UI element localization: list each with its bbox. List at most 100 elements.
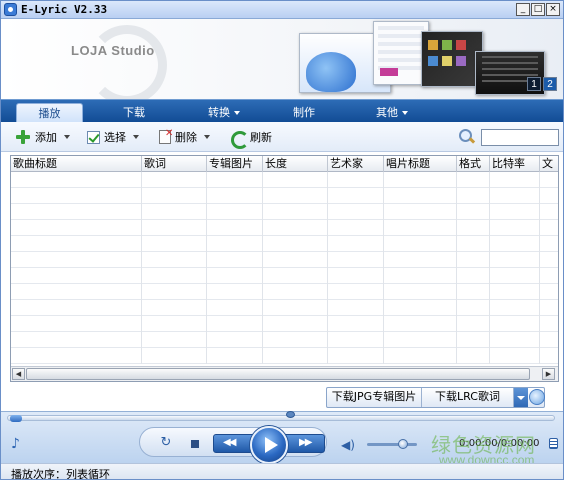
minimize-button[interactable]: _ [516, 3, 530, 16]
delete-button[interactable]: 删除 [159, 128, 210, 146]
repeat-icon[interactable]: ↻ [159, 436, 173, 450]
seek-bar[interactable] [7, 411, 555, 422]
table-cell [328, 284, 384, 300]
select-button[interactable]: 选择 [87, 128, 139, 146]
table-body[interactable] [11, 172, 558, 367]
maximize-button[interactable]: □ [531, 3, 545, 16]
table-row[interactable] [11, 172, 558, 188]
table-cell [384, 316, 457, 332]
table-header: 歌曲标题 歌词 专辑图片 长度 艺术家 唱片标题 格式 比特率 文 [11, 156, 558, 172]
download-settings-icon[interactable] [529, 389, 545, 405]
column-header-lyrics[interactable]: 歌词 [142, 156, 207, 172]
table-row[interactable] [11, 332, 558, 348]
banner-brand: LOJA Studio [71, 43, 155, 58]
table-row[interactable] [11, 188, 558, 204]
table-row[interactable] [11, 252, 558, 268]
tab-create[interactable]: 制作 [271, 103, 337, 123]
table-cell [490, 236, 540, 252]
scroll-right-icon[interactable]: ▶ [542, 368, 555, 380]
table-cell [328, 300, 384, 316]
table-row[interactable] [11, 348, 558, 364]
refresh-button[interactable]: 刷新 [230, 128, 272, 149]
table-cell [490, 188, 540, 204]
music-note-icon: ♪ [11, 436, 20, 452]
banner-page-1[interactable]: 1 [527, 77, 541, 91]
select-label: 选择 [104, 131, 126, 144]
close-button[interactable]: × [546, 3, 560, 16]
column-header-artist[interactable]: 艺术家 [328, 156, 384, 172]
table-row[interactable] [11, 236, 558, 252]
table-cell [207, 236, 263, 252]
table-cell [540, 268, 558, 284]
table-row[interactable] [11, 204, 558, 220]
volume-knob[interactable] [398, 439, 408, 449]
download-lrc-button[interactable]: 下载LRC歌词 [422, 388, 514, 407]
table-row[interactable] [11, 316, 558, 332]
horizontal-scrollbar[interactable]: ◀ ▶ [11, 366, 558, 381]
scrollbar-thumb[interactable] [26, 368, 530, 380]
tab-other[interactable]: 其他 [359, 103, 425, 123]
table-row[interactable] [11, 284, 558, 300]
column-header-bitrate[interactable]: 比特率 [490, 156, 540, 172]
table-cell [207, 188, 263, 204]
download-options-dropdown[interactable] [514, 388, 528, 407]
volume-icon[interactable]: ◀) [341, 438, 355, 452]
table-cell [457, 332, 490, 348]
table-cell [142, 236, 207, 252]
search-input[interactable] [481, 129, 559, 146]
scroll-left-icon[interactable]: ◀ [12, 368, 25, 380]
table-row[interactable] [11, 268, 558, 284]
tab-convert-label: 转换 [208, 106, 230, 119]
banner: LOJA Studio 1 2 [1, 19, 563, 105]
table-cell [142, 348, 207, 364]
tab-download-label: 下载 [123, 106, 145, 119]
tab-play-label: 播放 [38, 107, 61, 120]
table-cell [11, 284, 142, 300]
table-cell [540, 172, 558, 188]
table-cell [540, 316, 558, 332]
delete-label: 删除 [175, 131, 197, 144]
table-cell [540, 236, 558, 252]
banner-page-2[interactable]: 2 [543, 77, 557, 91]
table-cell [457, 268, 490, 284]
volume-slider[interactable] [367, 443, 417, 446]
tab-convert[interactable]: 转换 [191, 103, 257, 123]
seek-handle-icon[interactable] [286, 411, 295, 418]
next-button[interactable]: ▶▶ [299, 436, 312, 450]
title-bar[interactable]: E-Lyric V2.33 _ □ × [1, 1, 563, 19]
table-cell [263, 220, 328, 236]
column-header-album-art[interactable]: 专辑图片 [207, 156, 263, 172]
playlist-icon[interactable] [549, 438, 558, 449]
table-cell [142, 300, 207, 316]
play-button[interactable] [250, 426, 288, 464]
previous-button[interactable]: ◀◀ [223, 436, 236, 450]
table-cell [207, 316, 263, 332]
column-header-file[interactable]: 文 [540, 156, 558, 172]
plus-icon [15, 129, 31, 145]
add-button[interactable]: 添加 [15, 128, 70, 146]
table-cell [328, 316, 384, 332]
table-cell [207, 332, 263, 348]
column-header-album-title[interactable]: 唱片标题 [384, 156, 457, 172]
column-header-length[interactable]: 长度 [263, 156, 328, 172]
column-header-title[interactable]: 歌曲标题 [11, 156, 142, 172]
tab-play[interactable]: 播放 [16, 103, 83, 123]
table-cell [540, 188, 558, 204]
table-cell [263, 348, 328, 364]
table-cell [11, 332, 142, 348]
tab-download[interactable]: 下载 [101, 103, 167, 123]
seek-knob[interactable] [10, 415, 22, 422]
table-cell [207, 220, 263, 236]
stop-button[interactable] [191, 440, 199, 448]
table-row[interactable] [11, 300, 558, 316]
table-cell [11, 236, 142, 252]
table-cell [328, 268, 384, 284]
table-cell [207, 252, 263, 268]
table-cell [328, 204, 384, 220]
app-window: E-Lyric V2.33 _ □ × LOJA Studio 1 2 播放 下… [0, 0, 564, 480]
search-icon[interactable] [459, 129, 475, 145]
table-row[interactable] [11, 220, 558, 236]
column-header-format[interactable]: 格式 [457, 156, 490, 172]
table-cell [263, 252, 328, 268]
download-jpg-button[interactable]: 下载JPG专辑图片 [327, 388, 422, 407]
